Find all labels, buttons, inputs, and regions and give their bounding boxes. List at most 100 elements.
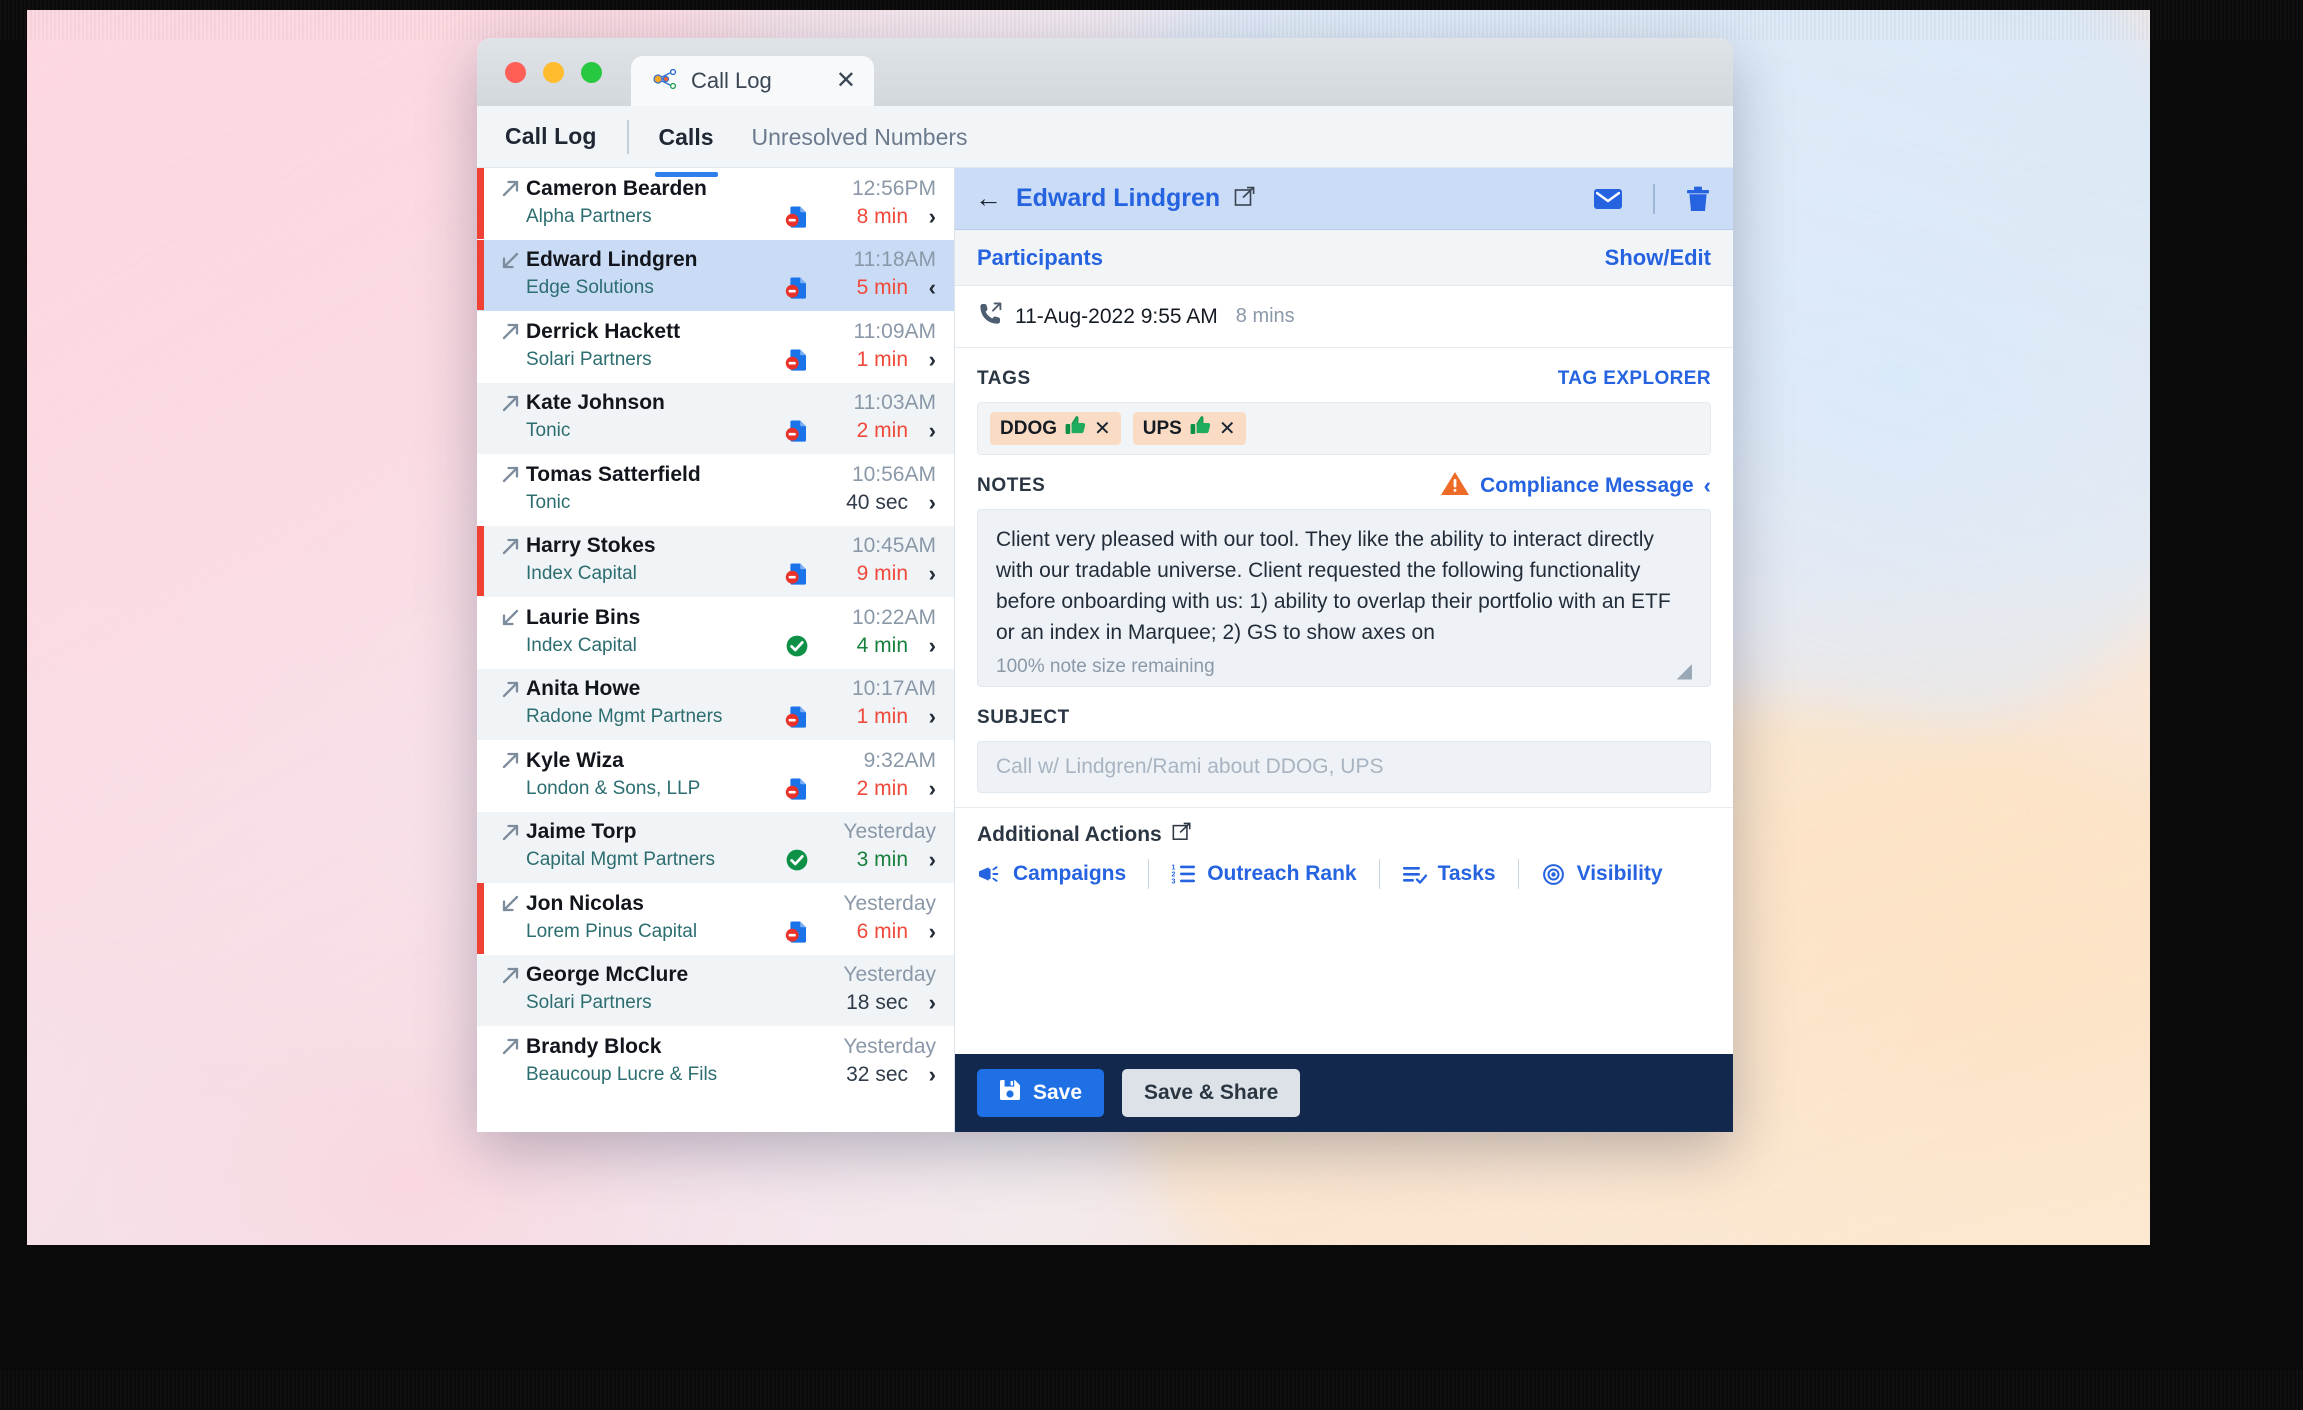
call-item-chevron-icon[interactable]: ‹	[908, 275, 936, 301]
call-list-item[interactable]: Kyle Wiza 9:32AM London & Sons, LLP 2 min ›	[477, 740, 954, 812]
call-item-duration: 9 min	[856, 562, 908, 586]
close-window-button[interactable]	[505, 62, 526, 83]
compliance-message-link[interactable]: Compliance Message	[1480, 474, 1694, 498]
close-tab-icon[interactable]: ✕	[836, 69, 856, 93]
tag-chip[interactable]: DDOG ✕	[990, 412, 1121, 445]
browser-tab-call-log[interactable]: Call Log ✕	[631, 56, 874, 106]
tags-header: TAGS TAG EXPLORER	[977, 362, 1711, 396]
notes-size-remaining: 100% note size remaining	[996, 656, 1215, 677]
additional-action-campaigns[interactable]: Campaigns	[977, 862, 1148, 886]
email-icon[interactable]	[1593, 187, 1623, 211]
network-share-icon	[651, 68, 679, 95]
call-item-chevron-icon[interactable]: ›	[908, 561, 936, 587]
call-item-chevron-icon[interactable]: ›	[908, 990, 936, 1016]
call-note-complete-icon[interactable]	[780, 633, 814, 659]
call-duration: 8 mins	[1235, 305, 1295, 327]
tags-section: TAGS TAG EXPLORER DDOG ✕ UPS ✕	[955, 348, 1733, 455]
remove-tag-icon[interactable]: ✕	[1094, 416, 1111, 441]
call-item-chevron-icon[interactable]: ›	[908, 704, 936, 730]
additional-action-tasks[interactable]: Tasks	[1380, 862, 1518, 886]
call-list-item[interactable]: Cameron Bearden 12:56PM Alpha Partners 8 mi…	[477, 168, 954, 240]
call-list-item[interactable]: Kate Johnson 11:03AM Tonic 2 min ›	[477, 382, 954, 454]
thumbs-up-icon	[1190, 416, 1211, 440]
notes-text[interactable]: Client very pleased with our tool. They …	[996, 524, 1692, 648]
call-item-top-row: Brandy Block Yesterday	[499, 1035, 936, 1059]
participants-show-edit-link[interactable]: Show/Edit	[1605, 245, 1711, 271]
call-item-firm: Tonic	[526, 420, 571, 442]
remove-tag-icon[interactable]: ✕	[1219, 416, 1236, 441]
call-note-blocked-icon[interactable]	[780, 275, 814, 301]
call-note-blocked-icon[interactable]	[780, 561, 814, 587]
open-external-icon[interactable]	[1234, 186, 1255, 212]
notes-section: NOTES Compliance Message ‹ Client very p…	[955, 455, 1733, 687]
outgoing-call-arrow-icon	[499, 678, 526, 701]
call-item-chevron-icon[interactable]: ›	[908, 418, 936, 444]
call-note-blocked-icon[interactable]	[780, 418, 814, 444]
subject-input[interactable]: Call w/ Lindgren/Rami about DDOG, UPS	[977, 741, 1711, 793]
call-list-item[interactable]: George McClure Yesterday Solari Partners 18…	[477, 954, 954, 1026]
notes-field[interactable]: Client very pleased with our tool. They …	[977, 509, 1711, 687]
call-list-item[interactable]: Tomas Satterfield 10:56AM Tonic 40 sec ›	[477, 454, 954, 526]
call-list-item[interactable]: Edward Lindgren 11:18AM Edge Solutions 5 mi…	[477, 239, 954, 311]
tag-chip[interactable]: UPS ✕	[1132, 412, 1246, 445]
call-note-blocked-icon[interactable]	[780, 919, 814, 945]
call-note-blocked-icon[interactable]	[780, 776, 814, 802]
tag-chip-label: DDOG	[1000, 417, 1057, 439]
maximize-window-button[interactable]	[581, 62, 602, 83]
call-list-item[interactable]: Laurie Bins 10:22AM Index Capital 4 min ›	[477, 597, 954, 669]
tab-unresolved-numbers[interactable]: Unresolved Numbers	[748, 110, 972, 163]
call-item-chevron-icon[interactable]: ›	[908, 633, 936, 659]
call-list[interactable]: Cameron Bearden 12:56PM Alpha Partners 8 mi…	[477, 168, 955, 1132]
call-list-item[interactable]: Jon Nicolas Yesterday Lorem Pinus Capital 6…	[477, 883, 954, 955]
back-arrow-icon[interactable]: ←	[975, 185, 1002, 212]
warning-icon	[1440, 470, 1470, 502]
notes-actions: Compliance Message ‹	[1440, 470, 1711, 502]
call-datetime: 11-Aug-2022 9:55 AM	[1015, 304, 1218, 328]
call-list-item[interactable]: Jaime Torp Yesterday Capital Mgmt Partners…	[477, 811, 954, 883]
call-item-chevron-icon[interactable]: ›	[908, 1062, 936, 1088]
call-note-blocked-icon[interactable]	[780, 204, 814, 230]
tags-container[interactable]: DDOG ✕ UPS ✕	[977, 402, 1711, 455]
call-list-item[interactable]: Derrick Hackett 11:09AM Solari Partners 1 m…	[477, 311, 954, 383]
call-item-top-row: Kate Johnson 11:03AM	[499, 391, 936, 415]
call-item-chevron-icon[interactable]: ›	[908, 490, 936, 516]
window-controls	[505, 62, 602, 83]
main-content: Cameron Bearden 12:56PM Alpha Partners 8 mi…	[477, 168, 1733, 1132]
notes-collapse-icon[interactable]: ‹	[1704, 473, 1711, 499]
call-note-blocked-icon[interactable]	[780, 704, 814, 730]
additional-action-label: Outreach Rank	[1207, 862, 1357, 885]
additional-action-outreach-rank[interactable]: 1 2 3 Outreach Rank	[1149, 862, 1378, 886]
save-and-share-button[interactable]: Save & Share	[1122, 1069, 1301, 1117]
notes-header: NOTES Compliance Message ‹	[977, 469, 1711, 503]
call-item-chevron-icon[interactable]: ›	[908, 204, 936, 230]
notes-label: NOTES	[977, 475, 1046, 496]
detail-contact-name[interactable]: Edward Lindgren	[1016, 184, 1220, 213]
call-item-chevron-icon[interactable]: ›	[908, 847, 936, 873]
call-item-status: 18 sec ›	[780, 990, 936, 1016]
unread-flag-marker	[477, 168, 484, 239]
resize-handle-icon[interactable]: ◢	[1677, 661, 1692, 681]
call-note-blocked-icon[interactable]	[780, 347, 814, 373]
outgoing-call-arrow-icon	[499, 535, 526, 558]
call-item-contact-name: Kate Johnson	[526, 391, 665, 415]
tag-sentiment[interactable]	[1065, 416, 1086, 441]
call-item-chevron-icon[interactable]: ›	[908, 776, 936, 802]
additional-action-visibility[interactable]: Visibility	[1519, 862, 1685, 886]
call-item-bottom-row: Solari Partners 18 sec ›	[499, 990, 936, 1016]
call-note-complete-icon[interactable]	[780, 847, 814, 873]
save-bar: Save Save & Share	[955, 1054, 1733, 1132]
call-item-chevron-icon[interactable]: ›	[908, 347, 936, 373]
call-item-time: 11:03AM	[853, 391, 937, 415]
tag-explorer-link[interactable]: TAG EXPLORER	[1558, 368, 1711, 390]
tag-sentiment[interactable]	[1190, 416, 1211, 441]
call-list-item[interactable]: Anita Howe 10:17AM Radone Mgmt Partners 1 m…	[477, 668, 954, 740]
call-item-chevron-icon[interactable]: ›	[908, 919, 936, 945]
call-item-time: 11:18AM	[853, 248, 937, 272]
tab-calls[interactable]: Calls	[654, 110, 718, 177]
call-list-item[interactable]: Brandy Block Yesterday Beaucoup Lucre & Fi…	[477, 1026, 954, 1098]
save-button[interactable]: Save	[977, 1069, 1105, 1117]
delete-icon[interactable]	[1685, 185, 1711, 213]
minimize-window-button[interactable]	[543, 62, 564, 83]
call-list-item[interactable]: Harry Stokes 10:45AM Index Capital 9 min ›	[477, 525, 954, 597]
open-external-icon[interactable]	[1172, 822, 1191, 847]
